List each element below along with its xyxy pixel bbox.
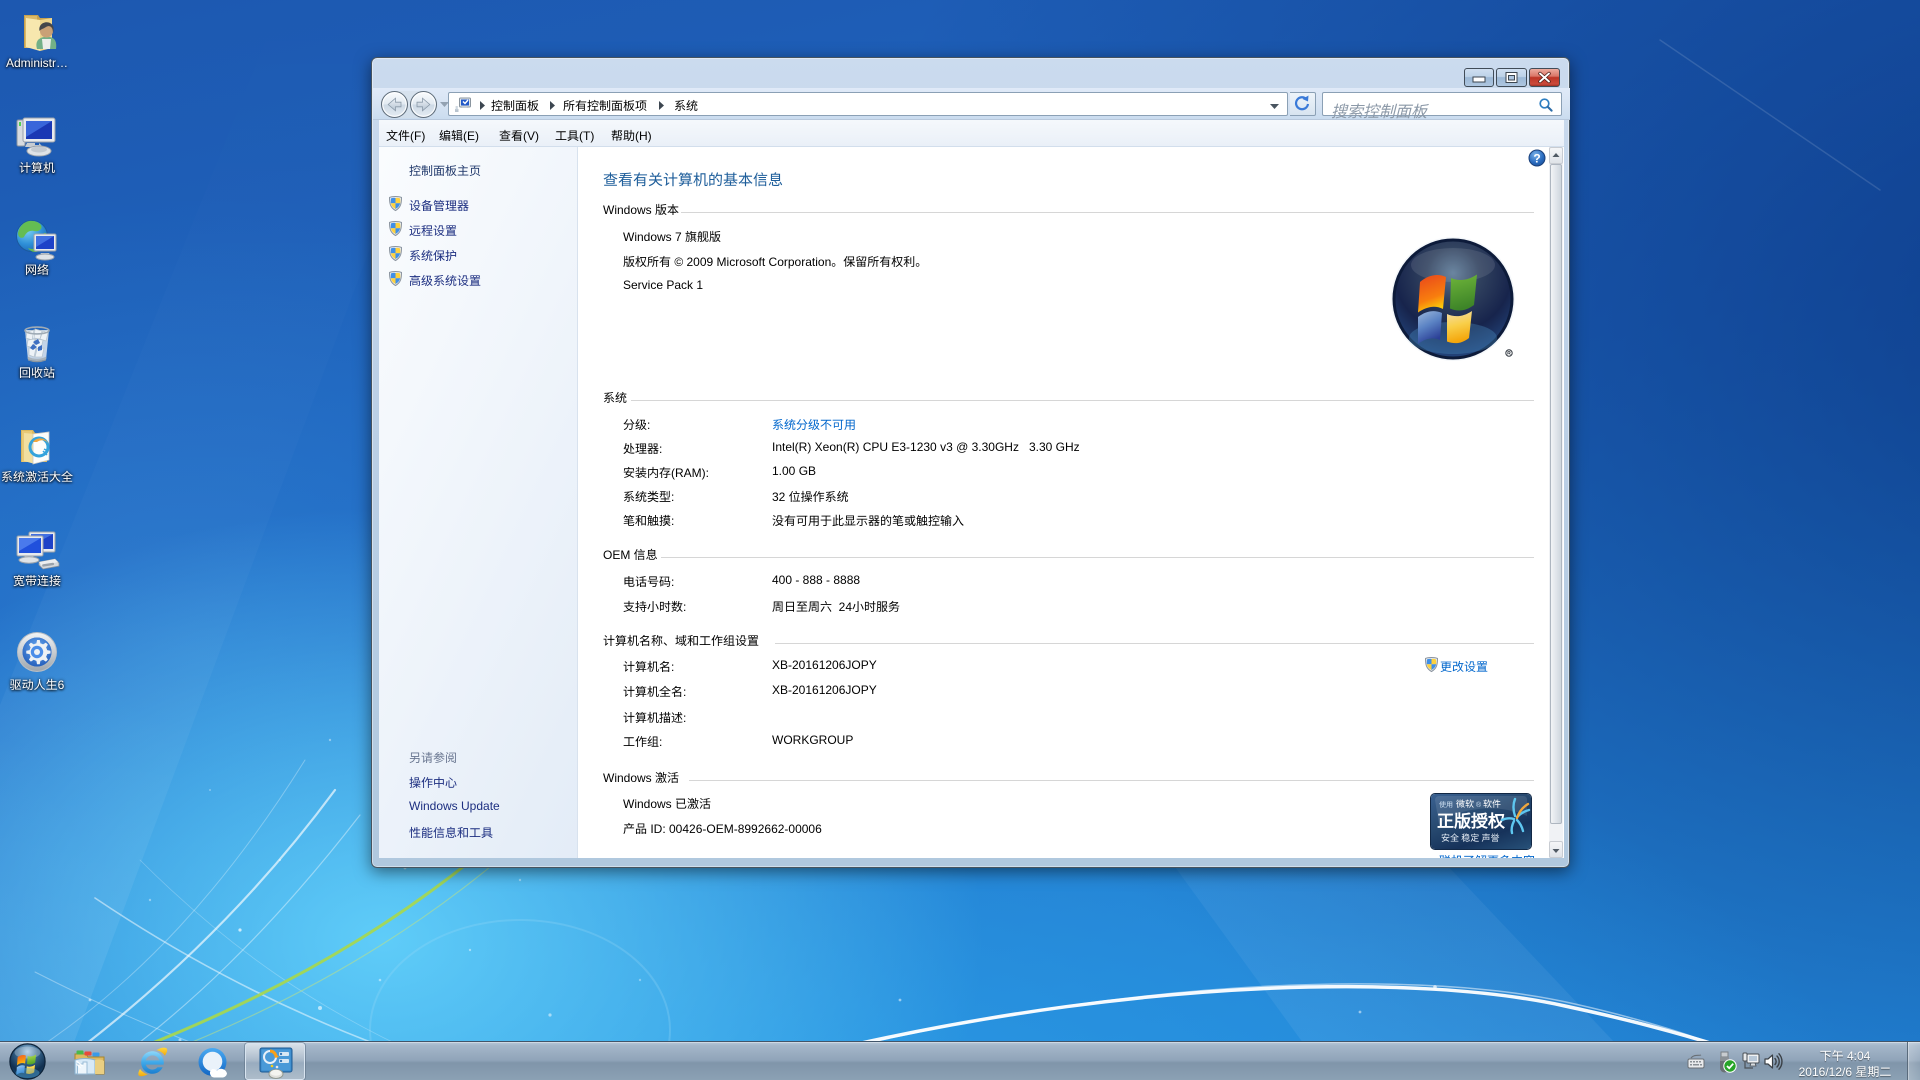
svg-text:正版授权: 正版授权: [1437, 807, 1506, 832]
svg-text:安全 稳定 声誉: 安全 稳定 声誉: [1441, 831, 1500, 844]
svg-text:?: ?: [1533, 152, 1540, 166]
